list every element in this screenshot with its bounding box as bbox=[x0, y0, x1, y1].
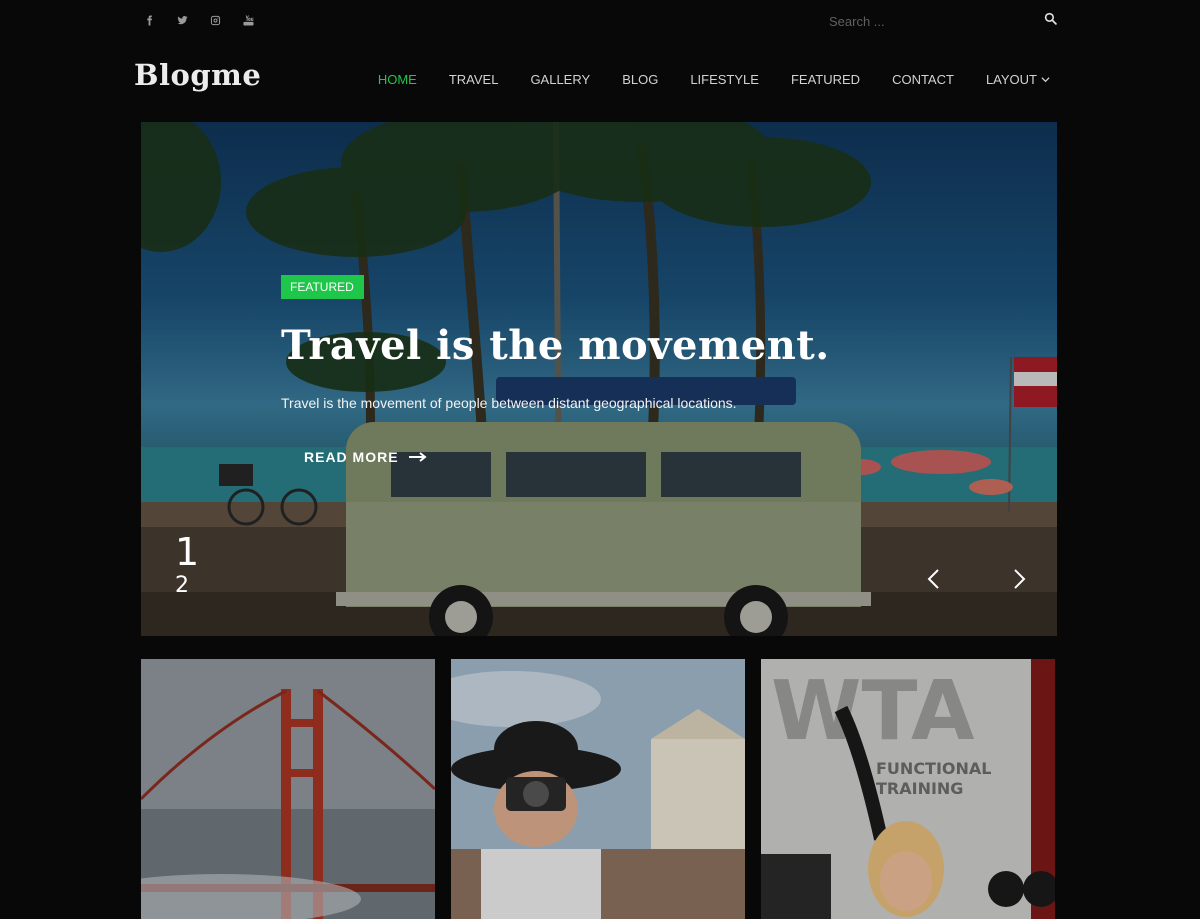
facebook-icon[interactable] bbox=[141, 12, 158, 29]
nav-item-layout[interactable]: LAYOUT bbox=[986, 72, 1050, 87]
post-card-photographer[interactable] bbox=[451, 659, 745, 919]
nav-item-blog[interactable]: BLOG bbox=[622, 72, 658, 87]
nav-item-featured[interactable]: FEATURED bbox=[791, 72, 860, 87]
featured-badge[interactable]: FEATURED bbox=[281, 275, 364, 299]
nav-item-travel[interactable]: TRAVEL bbox=[449, 72, 499, 87]
youtube-icon[interactable] bbox=[240, 12, 257, 29]
search-icon[interactable] bbox=[1044, 12, 1057, 30]
nav-item-home[interactable]: HOME bbox=[378, 72, 417, 87]
hero-overlay bbox=[141, 122, 1057, 636]
chevron-down-icon bbox=[1041, 72, 1050, 87]
nav-item-lifestyle[interactable]: LIFESTYLE bbox=[690, 72, 759, 87]
card-overlay bbox=[141, 659, 435, 919]
nav-item-contact[interactable]: CONTACT bbox=[892, 72, 954, 87]
post-cards: WTA FUNCTIONAL TRAINING bbox=[141, 659, 1057, 919]
arrow-right-icon bbox=[408, 449, 427, 465]
slide-number-current[interactable]: 1 bbox=[175, 532, 199, 572]
instagram-icon[interactable] bbox=[207, 12, 224, 29]
main-nav: HOME TRAVEL GALLERY BLOG LIFESTYLE FEATU… bbox=[346, 72, 1050, 87]
top-bar bbox=[141, 0, 1057, 42]
slider-next-icon[interactable] bbox=[1013, 568, 1033, 592]
read-more-label: READ MORE bbox=[304, 449, 399, 465]
read-more-button[interactable]: READ MORE bbox=[304, 449, 427, 465]
post-card-bridge[interactable] bbox=[141, 659, 435, 919]
card-overlay bbox=[761, 659, 1055, 919]
site-header: Blogme HOME TRAVEL GALLERY BLOG LIFESTYL… bbox=[134, 52, 1057, 110]
site-logo[interactable]: Blogme bbox=[134, 58, 261, 92]
social-links bbox=[141, 12, 257, 29]
post-card-fitness[interactable]: WTA FUNCTIONAL TRAINING bbox=[761, 659, 1055, 919]
twitter-icon[interactable] bbox=[174, 12, 191, 29]
hero-title[interactable]: Travel is the movement. bbox=[281, 322, 830, 369]
hero-slider: FEATURED Travel is the movement. Travel … bbox=[141, 122, 1057, 636]
slide-number-next[interactable]: 2 bbox=[175, 574, 189, 598]
search-bar bbox=[829, 10, 1057, 32]
search-input[interactable] bbox=[829, 13, 1019, 29]
card-overlay bbox=[451, 659, 745, 919]
nav-item-layout-label: LAYOUT bbox=[985, 72, 1037, 87]
slider-prev-icon[interactable] bbox=[926, 568, 946, 592]
hero-excerpt: Travel is the movement of people between… bbox=[281, 395, 737, 411]
nav-item-gallery[interactable]: GALLERY bbox=[530, 72, 590, 87]
